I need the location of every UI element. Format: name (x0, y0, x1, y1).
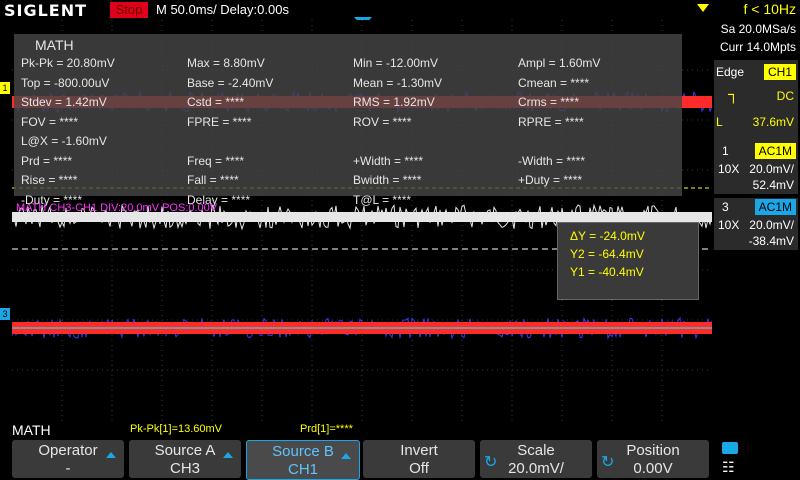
measurement-value: Freq = **** (187, 153, 245, 168)
channel-3-probe: 10X (718, 218, 740, 232)
math-panel-title: MATH (35, 37, 74, 53)
channel-3-offset: -38.4mV (748, 234, 794, 248)
channel-1-probe: 10X (718, 162, 740, 176)
run-state-badge[interactable]: Stop (110, 2, 148, 18)
softkey-source-b[interactable]: Source B CH1 (246, 440, 360, 480)
menu-title: MATH (12, 422, 51, 438)
softkey-scale[interactable]: ↻ Scale 20.0mV/ (480, 440, 592, 478)
channel-1-number: 1 (722, 144, 729, 158)
measurement-value: Cstd = **** (187, 95, 245, 109)
softkey-bar: Operator - Source A CH3 Source B CH1 Inv… (0, 439, 800, 480)
measurement-value: Ampl = 1.60mV (518, 56, 601, 70)
cursor-delta-y: ΔY = -24.0mV (570, 229, 645, 243)
measurement-value: RMS = 1.92mV (353, 95, 435, 109)
softkey-value: 0.00V (633, 460, 673, 477)
trigger-frequency-readout: f < 10Hz (743, 1, 796, 17)
measurement-value: RPRE = **** (518, 114, 584, 129)
softkey-label: Invert (400, 442, 438, 459)
measurement-value: Rise = **** (21, 173, 78, 187)
softkey-value: - (65, 460, 71, 477)
channel-3-scale: 20.0mV/ (749, 218, 794, 232)
measurement-value: Fall = **** (187, 173, 239, 187)
softkey-value: CH3 (169, 460, 200, 477)
channel-1-offset: 52.4mV (752, 178, 794, 192)
channel-1-marker-icon[interactable]: 1 (0, 82, 10, 94)
softkey-value: CH1 (287, 461, 318, 478)
measurement-value: Mean = -1.30mV (353, 75, 443, 90)
trigger-info-box[interactable]: Edge CH1 ┐ DC L 37.6mV (714, 60, 798, 152)
measurement-value: FOV = **** (21, 114, 79, 129)
channel-3-number: 3 (722, 200, 729, 214)
channel-1-scale: 20.0mV/ (749, 162, 794, 176)
measurement-value: Top = -800.00uV (21, 75, 110, 90)
measurement-value: -Width = **** (518, 153, 586, 168)
measurement-value: Bwidth = **** (353, 173, 422, 187)
softkey-operator[interactable]: Operator - (12, 440, 124, 478)
brand-logo: SIGLENT (4, 1, 88, 20)
measurement-value: Pk-Pk = 20.80mV (21, 56, 115, 70)
measurement-value: L@X = -1.60mV (21, 134, 107, 148)
trigger-level-value: 37.6mV (752, 115, 794, 129)
channel-1-coupling-badge: AC1M (754, 143, 796, 159)
channel-3-info-box[interactable]: 3 AC1M 10X 20.0mV/ -38.4mV (714, 198, 798, 250)
measurement-value: T@L = **** (353, 192, 412, 207)
stat-period: Prd[1]=**** (300, 423, 353, 435)
channel-1-info-box[interactable]: 1 AC1M 10X 20.0mV/ 52.4mV (714, 142, 798, 194)
channel-3-coupling-badge: AC1M (754, 199, 796, 215)
measurement-value: +Width = **** (353, 153, 424, 168)
softkey-label: Scale (517, 442, 555, 459)
softkey-label: Position (626, 442, 680, 459)
math-trace-label: MATH CH3-CH1 DIV:20.0mV POS:0.00V (16, 202, 218, 214)
sample-rate: Sa 20.0MSa/s (720, 22, 796, 36)
usb-icon (722, 442, 738, 454)
softkey-position[interactable]: ↻ Position 0.00V (597, 440, 709, 478)
rising-edge-icon: ┐ (728, 86, 739, 103)
measurement-value: Max = 8.80mV (187, 56, 265, 70)
memory-depth: Curr 14.0Mpts (719, 40, 796, 54)
arrow-up-icon (341, 453, 351, 459)
softkey-value: 20.0mV/ (508, 460, 564, 477)
arrow-up-icon (106, 452, 116, 458)
channel-3-marker-icon[interactable]: 3 (0, 308, 10, 320)
measurement-value: Crms = **** (518, 95, 580, 109)
trigger-source-badge: CH1 (763, 64, 796, 80)
measurement-value: Prd = **** (21, 153, 73, 168)
softkey-source-a[interactable]: Source A CH3 (129, 440, 241, 478)
softkey-invert[interactable]: Invert Off (363, 440, 475, 478)
bottom-status-strip: MATH Pk-Pk[1]=13.60mV Prd[1]=**** (0, 421, 800, 439)
measurement-value: Min = -12.00mV (353, 56, 439, 70)
measurement-value: Base = -2.40mV (187, 75, 274, 90)
timebase-readout[interactable]: M 50.0ms/ Delay:0.00s (156, 2, 289, 17)
trigger-level-arrow-icon (697, 4, 709, 12)
cursor-y2: Y2 = -64.4mV (570, 247, 644, 261)
measurement-value: +Duty = **** (518, 173, 583, 187)
trigger-coupling: DC (776, 89, 794, 103)
stat-pkpk: Pk-Pk[1]=13.60mV (130, 423, 223, 435)
arrow-up-icon (223, 452, 233, 458)
trigger-type: Edge (716, 65, 745, 79)
measurement-value: ROV = **** (353, 114, 412, 129)
top-status-bar: SIGLENT Stop M 50.0ms/ Delay:0.00s f < 1… (0, 0, 800, 27)
network-icon: ☷ (722, 459, 735, 475)
cursor-readout-box: ΔY = -24.0mV Y2 = -64.4mV Y1 = -40.4mV (557, 222, 699, 300)
measurement-panel: MATH Pk-Pk = 20.80mV Max = 8.80mV Min = -1… (14, 34, 682, 207)
measurement-value: FPRE = **** (187, 114, 252, 129)
trigger-level-label: L (716, 115, 723, 129)
measurement-value: Cmean = **** (518, 75, 590, 90)
softkey-value: Off (409, 460, 429, 477)
right-info-panel: Sa 20.0MSa/s Curr 14.0Mpts Edge CH1 ┐ DC… (712, 20, 800, 421)
measurement-value: Stdev = 1.42mV (21, 95, 107, 109)
cursor-y1: Y1 = -40.4mV (570, 265, 644, 279)
